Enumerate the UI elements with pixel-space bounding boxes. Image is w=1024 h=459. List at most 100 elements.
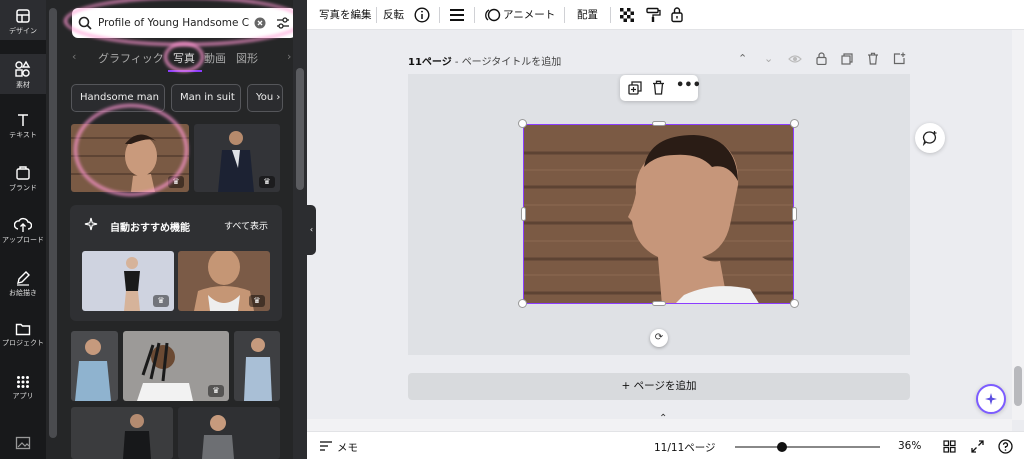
photo-result-selected[interactable]: ♛ <box>71 124 189 192</box>
suggestion-chip[interactable]: Handsome man <box>71 84 165 112</box>
rail-scrollbar[interactable] <box>46 0 60 459</box>
sidebar-item-design[interactable]: デザイン <box>0 0 46 40</box>
help-icon[interactable] <box>998 439 1013 454</box>
delete-page-icon[interactable] <box>867 52 879 65</box>
resize-handle[interactable] <box>518 119 527 128</box>
lock-page-icon[interactable] <box>816 52 827 65</box>
animate-icon <box>485 8 501 22</box>
divider <box>564 7 565 23</box>
tab-graphics[interactable]: グラフィック <box>98 50 164 66</box>
canvas-vertical-scroll-thumb[interactable] <box>1014 366 1022 406</box>
apps-icon <box>17 376 29 388</box>
page-title-placeholder[interactable]: ページタイトルを追加 <box>462 57 562 68</box>
canvas-vertical-scrollbar[interactable] <box>1012 30 1024 420</box>
resize-handle[interactable] <box>792 207 797 221</box>
search-box[interactable]: Profile of Young Handsome C <box>72 8 296 38</box>
zoom-level[interactable]: 36% <box>898 440 921 452</box>
position-button[interactable]: 配置 <box>577 7 598 22</box>
more-options-icon[interactable]: ••• <box>676 78 701 93</box>
border-style-icon[interactable] <box>449 8 465 22</box>
chevron-up-icon[interactable]: ⌃ <box>738 52 747 65</box>
photo-result[interactable]: ♛ <box>178 251 270 311</box>
delete-icon[interactable] <box>652 80 665 95</box>
panel-scroll-thumb[interactable] <box>296 68 304 190</box>
photo-result[interactable]: ♛ <box>194 124 280 192</box>
resize-handle[interactable] <box>790 119 799 128</box>
resize-handle[interactable] <box>652 121 666 126</box>
grid-view-icon[interactable] <box>943 440 956 453</box>
paint-roller-icon[interactable] <box>645 7 661 23</box>
page-counter[interactable]: 11/11ページ <box>654 440 716 455</box>
filter-icon[interactable] <box>276 16 290 30</box>
tab-videos[interactable]: 動画 <box>204 50 226 66</box>
add-page-icon[interactable] <box>893 52 906 65</box>
see-all-link[interactable]: すべて表示 <box>224 219 268 232</box>
hide-page-icon[interactable] <box>788 53 802 65</box>
sidebar-item-upload[interactable]: アップロード <box>0 217 46 253</box>
tabs-left-arrow-icon[interactable]: ‹ <box>72 50 76 63</box>
suggestion-chip[interactable]: Man in suit <box>171 84 241 112</box>
resize-handle[interactable] <box>521 207 526 221</box>
selected-image[interactable] <box>523 124 794 304</box>
add-page-button[interactable]: + ページを追加 <box>408 373 910 400</box>
sidebar-item-label: デザイン <box>9 27 37 35</box>
duplicate-page-icon[interactable] <box>841 53 853 65</box>
suggestion-chip[interactable]: You › <box>247 84 283 112</box>
tab-photos[interactable]: 写真 <box>173 50 195 66</box>
tab-shapes[interactable]: 図形 <box>236 50 258 66</box>
panel-scrollbar[interactable] <box>293 0 307 459</box>
divider <box>610 7 611 23</box>
premium-crown-icon: ♛ <box>153 295 169 307</box>
animate-button[interactable]: アニメート <box>503 7 555 22</box>
sidebar-item-label: 素材 <box>16 81 30 89</box>
zoom-slider[interactable] <box>735 442 880 452</box>
zoom-slider-knob[interactable] <box>777 442 787 452</box>
sidebar-item-photos[interactable] <box>0 436 46 454</box>
active-tab-indicator <box>168 70 202 72</box>
page-title[interactable]: 11ページ - ページタイトルを追加 <box>408 53 561 68</box>
sidebar-item-apps[interactable]: アプリ <box>0 375 46 411</box>
magic-assistant-button[interactable] <box>976 384 1006 414</box>
photo-result[interactable] <box>71 331 118 401</box>
rotate-handle-icon[interactable]: ⟳ <box>650 329 668 347</box>
chip-label: You <box>256 92 274 103</box>
flip-button[interactable]: 反転 <box>383 7 404 22</box>
chevron-down-icon[interactable]: ⌄ <box>764 52 773 65</box>
add-comment-button[interactable] <box>915 123 945 153</box>
photo-result[interactable]: ♛ <box>82 251 174 311</box>
duplicate-icon[interactable] <box>628 81 642 95</box>
page-header: 11ページ - ページタイトルを追加 ⌃ ⌄ <box>408 52 910 68</box>
rail-scroll-thumb[interactable] <box>49 8 57 438</box>
lock-icon[interactable] <box>670 6 684 23</box>
sidebar-item-elements[interactable]: 素材 <box>0 54 46 94</box>
edit-photo-button[interactable]: 写真を編集 <box>319 7 372 22</box>
photo-result[interactable] <box>234 331 280 401</box>
fullscreen-icon[interactable] <box>971 440 984 453</box>
chevron-right-icon[interactable]: › <box>273 92 280 103</box>
sidebar-item-draw[interactable]: お絵描き <box>0 270 46 306</box>
search-icon <box>78 16 92 30</box>
resize-handle[interactable] <box>518 299 527 308</box>
sidebar-item-brand[interactable]: ブランド <box>0 165 46 201</box>
notes-button[interactable]: メモ <box>337 440 358 455</box>
sparkle-icon <box>985 393 997 405</box>
photo-result[interactable] <box>71 407 173 459</box>
context-toolbar: 写真を編集 反転 アニメート 配置 <box>307 0 1024 30</box>
auto-recommend-section: 自動おすすめ機能 すべて表示 ♛ ♛ <box>70 205 282 321</box>
info-icon[interactable] <box>414 7 430 23</box>
collapse-panel-button[interactable]: ‹ <box>307 205 316 255</box>
transparency-icon[interactable] <box>619 7 635 23</box>
sidebar-item-text[interactable]: テキスト <box>0 112 46 148</box>
expand-pages-chevron-icon[interactable]: ⌃ <box>659 413 667 424</box>
resize-handle[interactable] <box>652 301 666 306</box>
canvas-horizontal-scrollbar[interactable]: ⌃ <box>307 413 1012 431</box>
search-input[interactable]: Profile of Young Handsome C <box>98 17 254 29</box>
tabs-right-arrow-icon[interactable]: › <box>287 50 291 63</box>
photo-result[interactable]: ♛ <box>123 331 229 401</box>
photo-result[interactable] <box>178 407 280 459</box>
clear-search-icon[interactable] <box>254 17 266 29</box>
sidebar-item-projects[interactable]: プロジェクト <box>0 322 46 358</box>
folder-icon <box>15 323 31 336</box>
resize-handle[interactable] <box>790 299 799 308</box>
upload-icon <box>14 217 32 232</box>
